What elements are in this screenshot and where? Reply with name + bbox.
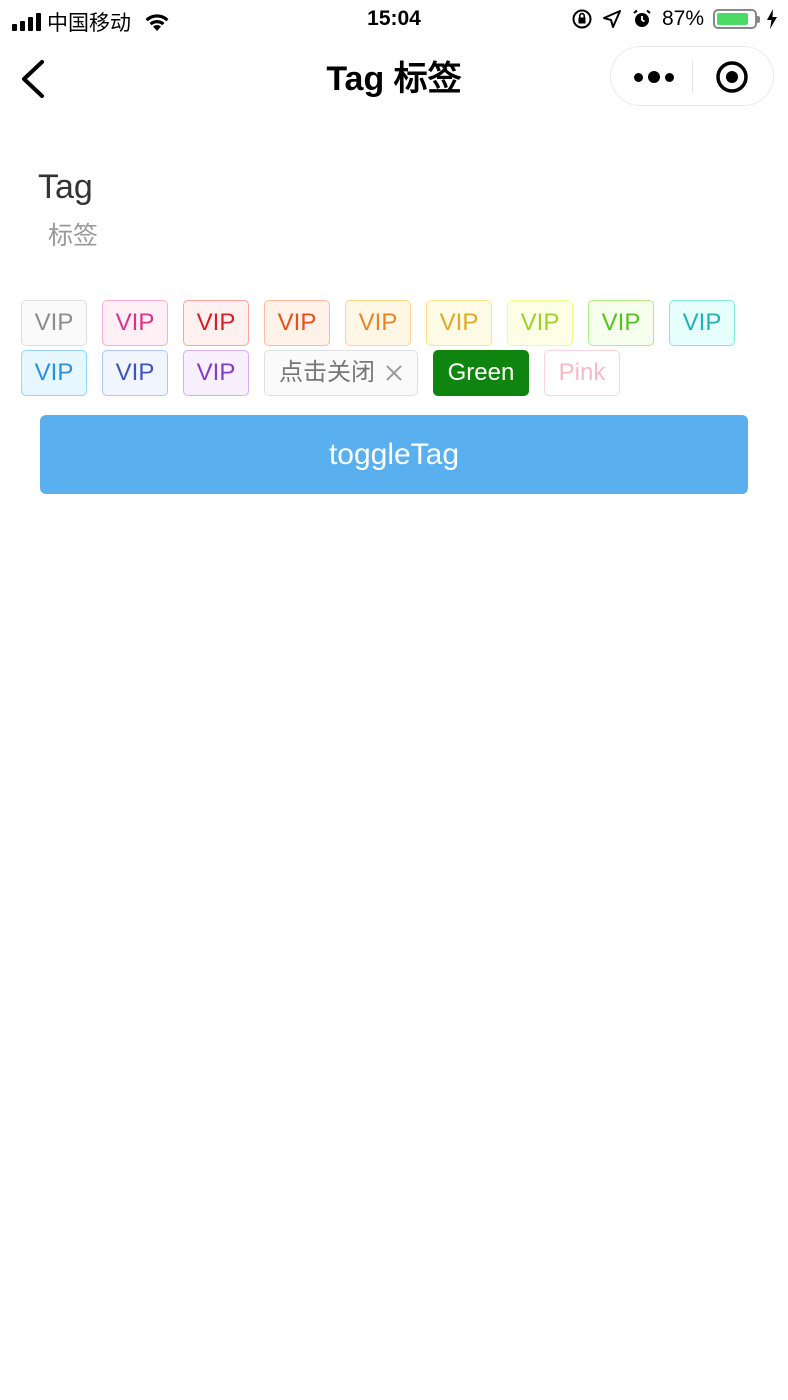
tag-list: VIP VIP VIP VIP VIP VIP VIP VIP VIP VIP VIP VIP 点击…: [21, 300, 781, 400]
page-header: Tag 标签: [38, 166, 98, 252]
toggle-tag-button[interactable]: toggleTag: [40, 415, 748, 494]
header-desc: 标签: [48, 222, 99, 250]
status-right: 87%: [571, 7, 778, 31]
close-miniprogram-icon[interactable]: [715, 60, 749, 94]
nav-bar: Tag 标签: [0, 44, 788, 114]
battery-percent: 87%: [661, 7, 704, 30]
vip-tag: VIP: [669, 300, 735, 346]
vip-tag: VIP: [21, 350, 87, 396]
pink-tag-label: Pink: [558, 359, 606, 386]
status-bar: 中国移动 15:04 87%: [0, 0, 788, 40]
closable-tag[interactable]: 点击关闭: [264, 350, 418, 396]
vip-tag: VIP: [345, 300, 411, 346]
vip-tag: VIP: [102, 300, 168, 346]
mini-program-capsule: [610, 46, 774, 106]
vip-tag: VIP: [21, 300, 87, 346]
battery-level: [717, 13, 749, 25]
rotation-lock-icon: [572, 9, 592, 29]
vip-tag: VIP: [426, 300, 492, 346]
green-tag: Green: [433, 350, 529, 396]
vip-tag: VIP: [507, 300, 573, 346]
pink-tag: Pink: [544, 350, 620, 396]
more-icon[interactable]: [629, 61, 679, 93]
location-icon: [602, 10, 621, 28]
closable-tag-label: 点击关闭: [279, 359, 375, 386]
close-icon[interactable]: [385, 364, 403, 382]
vip-tag: VIP: [264, 300, 330, 346]
capsule-divider: [692, 61, 693, 93]
vip-tag: VIP: [588, 300, 654, 346]
tag-row: VIP VIP VIP 点击关闭 Green Pink: [21, 350, 781, 396]
battery-icon: [713, 9, 760, 29]
vip-tag: VIP: [183, 350, 249, 396]
charging-icon: [767, 9, 777, 29]
header-title: Tag: [38, 168, 93, 206]
alarm-icon: [633, 9, 651, 27]
tag-row: VIP VIP VIP VIP VIP VIP VIP VIP VIP: [21, 300, 781, 346]
vip-tag: VIP: [183, 300, 249, 346]
green-tag-label: Green: [447, 359, 515, 386]
vip-tag: VIP: [102, 350, 168, 396]
